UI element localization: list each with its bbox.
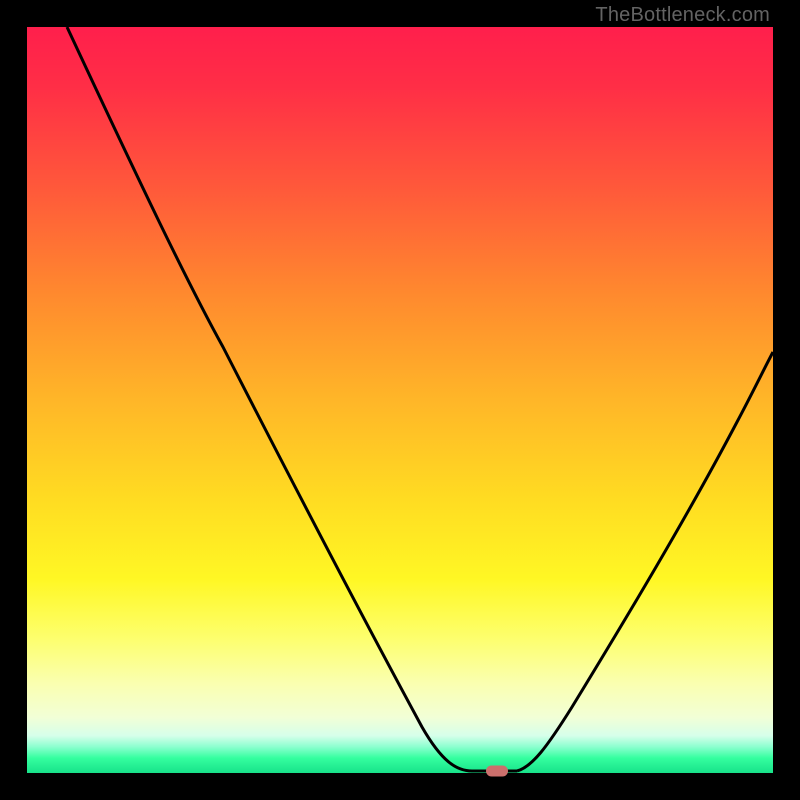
curve-left [67,27,472,771]
chart-container: TheBottleneck.com [0,0,800,800]
optimum-marker [486,766,508,777]
curve-right [517,352,773,771]
plot-area [27,27,773,773]
watermark: TheBottleneck.com [595,4,770,27]
bottleneck-curve [27,27,773,773]
